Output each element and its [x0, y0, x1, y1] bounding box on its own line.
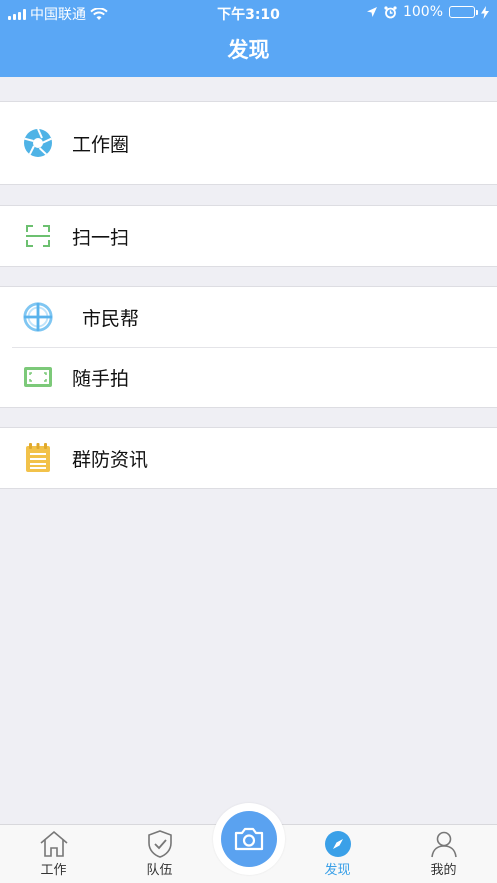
group-scan: 扫一扫	[0, 205, 497, 267]
menu-item-work-circle[interactable]: 工作圈	[0, 102, 497, 184]
charging-icon	[481, 5, 489, 19]
notepad-icon	[22, 442, 54, 474]
location-arrow-icon	[366, 7, 377, 17]
status-bar: 中国联通 下午3:10 100%	[0, 0, 497, 24]
person-icon	[428, 830, 460, 858]
compass-icon	[322, 830, 354, 858]
menu-item-label: 扫一扫	[72, 226, 130, 249]
group-work-circle: 工作圈	[0, 101, 497, 185]
app-header: 中国联通 下午3:10 100% 发现	[0, 0, 497, 77]
home-icon	[38, 830, 70, 858]
tab-work[interactable]: 工作	[4, 825, 103, 883]
group-news: 群防资讯	[0, 427, 497, 489]
battery-icon	[449, 6, 478, 18]
tab-team[interactable]: 队伍	[110, 825, 209, 883]
camera-button[interactable]	[221, 811, 277, 867]
menu-item-defense-news[interactable]: 群防资讯	[0, 428, 497, 488]
tab-label: 队伍	[146, 863, 173, 878]
tab-discover[interactable]: 发现	[288, 825, 387, 883]
alarm-icon	[384, 5, 397, 18]
shield-check-icon	[144, 830, 176, 858]
camera-icon	[234, 827, 264, 851]
crosshair-icon	[22, 301, 54, 333]
tab-mine[interactable]: 我的	[394, 825, 493, 883]
menu-item-snapshot[interactable]: 随手拍	[0, 347, 497, 407]
page-title: 发现	[227, 38, 270, 62]
aperture-icon	[22, 127, 54, 159]
battery-percent: 100%	[402, 4, 443, 20]
tab-label: 我的	[430, 863, 457, 878]
menu-item-label: 群防资讯	[72, 448, 149, 471]
menu-item-label: 市民帮	[82, 307, 140, 330]
tab-label: 发现	[324, 863, 351, 878]
photo-frame-icon	[22, 361, 54, 393]
scan-icon	[22, 220, 54, 252]
menu-item-label: 随手拍	[72, 367, 130, 390]
menu-item-scan[interactable]: 扫一扫	[0, 206, 497, 266]
menu-item-label: 工作圈	[72, 133, 130, 156]
menu-item-citizen-help[interactable]: 市民帮	[0, 287, 497, 347]
group-citizen: 市民帮 随手拍	[0, 286, 497, 408]
tab-label: 工作	[40, 863, 67, 878]
